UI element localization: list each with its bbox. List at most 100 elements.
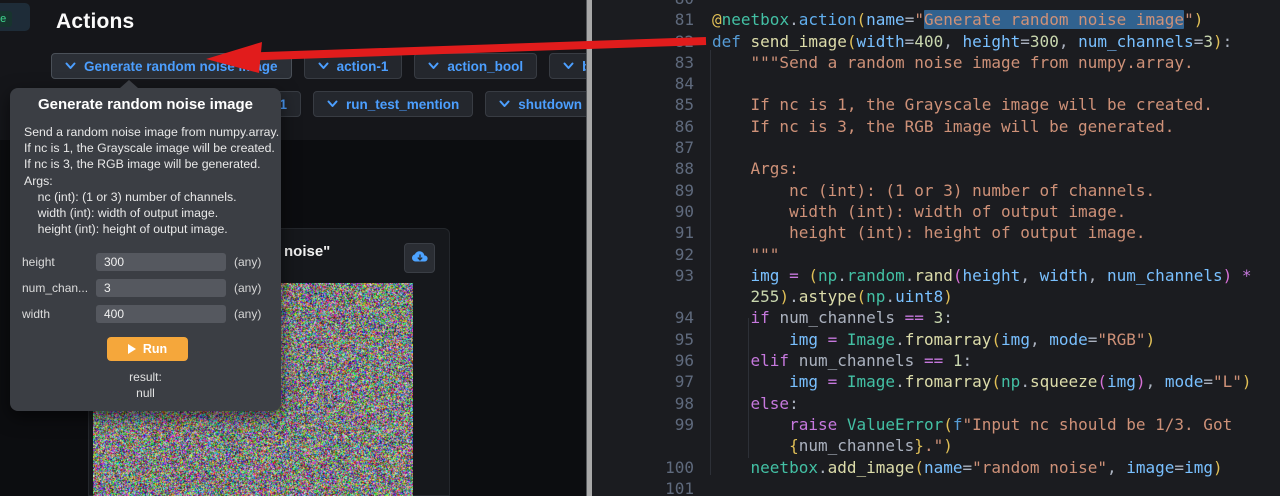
actions-section-title: Actions <box>56 10 134 34</box>
action-button-action-bool[interactable]: action_bool <box>414 53 537 79</box>
code-line: 89 nc (int): (1 or 3) number of channels… <box>592 180 1280 201</box>
code-line: 83 """Send a random noise image from num… <box>592 52 1280 73</box>
cloud-download-icon <box>411 249 429 268</box>
code-line: 101 <box>592 478 1280 496</box>
line-number: 91 <box>592 222 712 243</box>
field-label: width <box>22 307 50 321</box>
field-label: num_chan... <box>22 281 88 295</box>
line-number: 99 <box>592 414 712 435</box>
popover-description-line: If nc is 3, the RGB image will be genera… <box>24 156 279 172</box>
field-hint: (any) <box>234 281 261 295</box>
line-number: 92 <box>592 244 712 265</box>
code-line: 92 """ <box>592 244 1280 265</box>
chevron-down-icon <box>499 100 510 108</box>
line-number: 83 <box>592 52 712 73</box>
download-image-button[interactable] <box>404 243 435 273</box>
code-line: 90 width (int): width of output image. <box>592 201 1280 222</box>
field-hint: (any) <box>234 255 261 269</box>
popover-description-line: If nc is 1, the Grayscale image will be … <box>24 140 279 156</box>
action-button-generate-random-noise-image[interactable]: Generate random noise image <box>51 53 292 79</box>
field-row: width (any) <box>10 305 281 323</box>
code-line: 255).astype(np.uint8) <box>592 286 1280 307</box>
popover-title: Generate random noise image <box>10 96 281 113</box>
line-number: 87 <box>592 137 712 158</box>
line-number: 82 <box>592 31 712 52</box>
project-tag-chip[interactable]: ne <box>0 3 30 31</box>
popover-description: Send a random noise image from numpy.arr… <box>24 124 279 237</box>
action-button-label: action-1 <box>337 59 389 74</box>
line-number: 84 <box>592 73 712 94</box>
chevron-down-icon <box>428 62 439 70</box>
code-line: 100 neetbox.add_image(name="random noise… <box>592 457 1280 478</box>
line-number: 100 <box>592 457 712 478</box>
code-line: 86 If nc is 3, the RGB image will be gen… <box>592 116 1280 137</box>
line-number: 86 <box>592 116 712 137</box>
line-number: 81 <box>592 9 712 30</box>
field-input-width[interactable] <box>96 305 226 323</box>
line-number <box>592 435 712 456</box>
result-value: null <box>10 386 281 400</box>
chevron-down-icon <box>65 62 76 70</box>
code-line: 88 Args: <box>592 158 1280 179</box>
popover-description-line: Send a random noise image from numpy.arr… <box>24 124 279 140</box>
action-button-run-test-mention[interactable]: run_test_mention <box>313 91 473 117</box>
field-row: num_chan... (any) <box>10 279 281 297</box>
image-card-title: noise" <box>284 243 330 260</box>
field-row: height (any) <box>10 253 281 271</box>
popover-description-line: width (int): width of output image. <box>24 205 279 221</box>
line-number: 89 <box>592 180 712 201</box>
code-line: 98 else: <box>592 393 1280 414</box>
action-button-label: Generate random noise image <box>84 59 278 74</box>
code-line: 94 if num_channels == 3: <box>592 307 1280 328</box>
line-number: 93 <box>592 265 712 286</box>
code-line: 85 If nc is 1, the Grayscale image will … <box>592 94 1280 115</box>
code-line: 91 height (int): height of output image. <box>592 222 1280 243</box>
chevron-down-icon <box>318 62 329 70</box>
line-number <box>592 286 712 307</box>
screenshot-root: ne Actions Generate random noise image ac… <box>0 0 1280 496</box>
code-line: {num_channels}.") <box>592 435 1280 456</box>
action-popover: Generate random noise image Send a rando… <box>10 88 281 411</box>
play-icon <box>128 344 136 354</box>
code-line: 95 img = Image.fromarray(img, mode="RGB"… <box>592 329 1280 350</box>
chevron-down-icon <box>563 62 574 70</box>
code-line: 84 <box>592 73 1280 94</box>
tag-label: ne <box>0 11 12 27</box>
field-label: height <box>22 255 55 269</box>
action-button-shutdown[interactable]: shutdown <box>485 91 596 117</box>
action-button-label: run_test_mention <box>346 97 459 112</box>
field-input-num-chan-[interactable] <box>96 279 226 297</box>
line-number: 90 <box>592 201 712 222</box>
code-line: 93 img = (np.random.rand(height, width, … <box>592 265 1280 286</box>
action-button-action-1[interactable]: action-1 <box>304 53 403 79</box>
code-line: 97 img = Image.fromarray(np.squeeze(img)… <box>592 371 1280 392</box>
line-number: 88 <box>592 158 712 179</box>
line-number: 97 <box>592 371 712 392</box>
action-button-label: shutdown <box>518 97 582 112</box>
code-editor[interactable]: 8081@neetbox.action(name="Generate rando… <box>592 0 1280 496</box>
line-number: 80 <box>592 0 712 9</box>
line-number: 101 <box>592 478 712 496</box>
line-number: 95 <box>592 329 712 350</box>
actions-row-2: t1run_test_mentionshutdown <box>255 91 596 117</box>
code-line: 99 raise ValueError(f"Input nc should be… <box>592 414 1280 435</box>
code-line: 96 elif num_channels == 1: <box>592 350 1280 371</box>
run-button[interactable]: Run <box>107 337 188 361</box>
result-label: result: <box>10 370 281 384</box>
dashboard-pane: ne Actions Generate random noise image ac… <box>0 0 586 496</box>
code-lines: 8081@neetbox.action(name="Generate rando… <box>592 0 1280 496</box>
code-line: 82def send_image(width=400, height=300, … <box>592 31 1280 52</box>
field-input-height[interactable] <box>96 253 226 271</box>
chevron-down-icon <box>327 100 338 108</box>
code-line: 87 <box>592 137 1280 158</box>
popover-description-line: Args: <box>24 173 279 189</box>
action-button-label: action_bool <box>447 59 523 74</box>
field-hint: (any) <box>234 307 261 321</box>
run-button-label: Run <box>143 342 167 356</box>
line-number: 96 <box>592 350 712 371</box>
code-line: 80 <box>592 0 1280 9</box>
popover-description-line: height (int): height of output image. <box>24 221 279 237</box>
line-number: 94 <box>592 307 712 328</box>
line-number: 85 <box>592 94 712 115</box>
code-line: 81@neetbox.action(name="Generate random … <box>592 9 1280 30</box>
